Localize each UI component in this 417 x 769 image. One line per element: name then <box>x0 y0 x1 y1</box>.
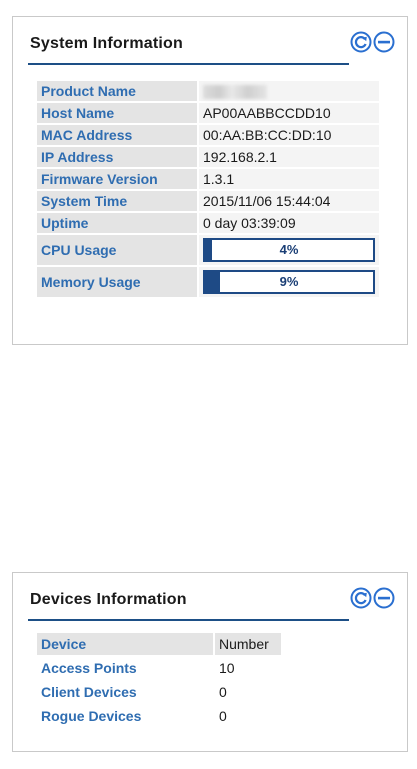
row-label: Product Name <box>37 81 197 101</box>
collapse-minus-icon[interactable] <box>373 587 395 609</box>
device-label[interactable]: Rogue Devices <box>37 705 213 727</box>
row-value: AP00AABBCCDD10 <box>199 103 379 123</box>
system-information-panel: System Information Product Name Host Nam… <box>12 16 408 345</box>
column-header-number: Number <box>215 633 281 655</box>
title-underline <box>28 619 349 621</box>
table-row: Firmware Version 1.3.1 <box>37 169 379 189</box>
device-count: 0 <box>215 705 281 727</box>
panel-title: System Information <box>30 35 183 52</box>
memory-usage-cell: 9% <box>199 267 379 297</box>
row-label: System Time <box>37 191 197 211</box>
table-row: MAC Address 00:AA:BB:CC:DD:10 <box>37 125 379 145</box>
row-value: 2015/11/06 15:44:04 <box>199 191 379 211</box>
devices-table: Device Number Access Points 10 Client De… <box>35 631 283 729</box>
devices-information-panel: Devices Information Device Number Access… <box>12 572 408 752</box>
row-value: 1.3.1 <box>199 169 379 189</box>
memory-usage-bar: 9% <box>203 270 375 294</box>
title-underline <box>28 63 349 65</box>
refresh-icon[interactable] <box>350 31 372 53</box>
cpu-usage-row: CPU Usage 4% <box>37 235 379 265</box>
refresh-icon[interactable] <box>350 587 372 609</box>
row-label: Memory Usage <box>37 267 197 297</box>
panel-header: Devices Information <box>13 573 407 623</box>
cpu-usage-text: 4% <box>279 242 299 257</box>
device-label[interactable]: Access Points <box>37 657 213 679</box>
memory-usage-text: 9% <box>279 274 299 289</box>
table-row: Access Points 10 <box>37 657 281 679</box>
table-row: Product Name <box>37 81 379 101</box>
row-label: Host Name <box>37 103 197 123</box>
row-value: 0 day 03:39:09 <box>199 213 379 233</box>
table-row: System Time 2015/11/06 15:44:04 <box>37 191 379 211</box>
row-label: CPU Usage <box>37 235 197 265</box>
collapse-minus-icon[interactable] <box>373 31 395 53</box>
row-value: 00:AA:BB:CC:DD:10 <box>199 125 379 145</box>
panel-header: System Information <box>13 17 407 67</box>
row-label: Uptime <box>37 213 197 233</box>
row-label: MAC Address <box>37 125 197 145</box>
row-value: 192.168.2.1 <box>199 147 379 167</box>
device-label[interactable]: Client Devices <box>37 681 213 703</box>
device-count: 10 <box>215 657 281 679</box>
cpu-usage-cell: 4% <box>199 235 379 265</box>
row-label: Firmware Version <box>37 169 197 189</box>
device-count: 0 <box>215 681 281 703</box>
system-info-table: Product Name Host Name AP00AABBCCDD10 MA… <box>35 79 381 299</box>
table-row: Uptime 0 day 03:39:09 <box>37 213 379 233</box>
row-label: IP Address <box>37 147 197 167</box>
cpu-usage-bar: 4% <box>203 238 375 262</box>
table-row: Client Devices 0 <box>37 681 281 703</box>
column-header-device: Device <box>37 633 213 655</box>
panel-title: Devices Information <box>30 591 187 608</box>
redacted-product-name <box>203 85 267 100</box>
table-row: IP Address 192.168.2.1 <box>37 147 379 167</box>
table-row: Host Name AP00AABBCCDD10 <box>37 103 379 123</box>
memory-usage-row: Memory Usage 9% <box>37 267 379 297</box>
product-name-value <box>199 81 379 101</box>
table-header-row: Device Number <box>37 633 281 655</box>
table-row: Rogue Devices 0 <box>37 705 281 727</box>
